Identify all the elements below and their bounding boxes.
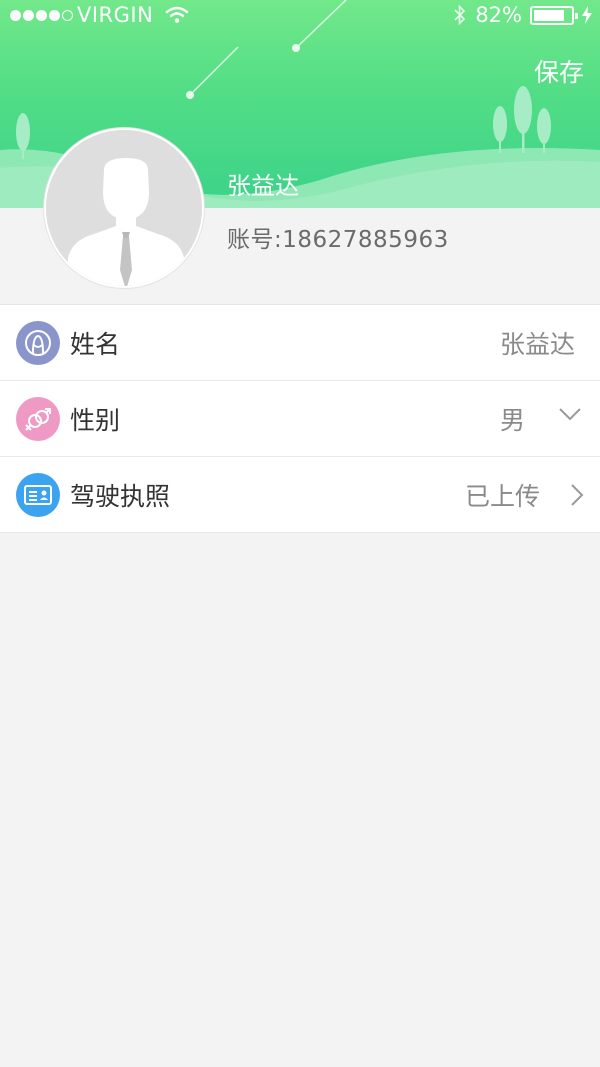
account-info: 账号:18627885963 [227, 220, 449, 254]
default-avatar-icon [46, 130, 202, 286]
name-row[interactable]: 姓名 张益达 [0, 305, 600, 381]
gender-label: 性别 [70, 405, 121, 435]
save-button[interactable]: 保存 [534, 53, 584, 89]
name-label: 姓名 [70, 329, 121, 359]
driver-license-row[interactable]: 驾驶执照 已上传 [0, 457, 600, 533]
account-number: 18627885963 [282, 227, 449, 253]
gender-icon [16, 397, 60, 441]
driver-license-label: 驾驶执照 [70, 481, 171, 511]
chevron-down-icon[interactable] [558, 407, 582, 421]
gender-value: 男 [499, 405, 525, 435]
account-label: 账号: [227, 227, 283, 253]
status-bar: VIRGIN 82% [0, 0, 600, 34]
gender-row[interactable]: 性别 男 [0, 381, 600, 457]
battery-percentage: 82% [475, 3, 522, 27]
license-card-icon [16, 473, 60, 517]
bluetooth-icon [454, 4, 466, 26]
charging-bolt-icon [582, 6, 592, 24]
profile-settings-list: 姓名 张益达 性别 男 驾驶执照 已上传 [0, 304, 600, 533]
chevron-right-icon[interactable] [570, 483, 584, 507]
signal-strength-icon [10, 9, 73, 21]
name-value: 张益达 [499, 329, 575, 359]
user-name: 张益达 [227, 172, 299, 200]
carrier-name: VIRGIN [77, 3, 154, 27]
avatar[interactable] [44, 128, 204, 288]
wifi-icon [166, 6, 189, 23]
user-profile-icon [16, 321, 60, 365]
driver-license-status: 已上传 [464, 481, 540, 511]
battery-icon [530, 5, 578, 25]
